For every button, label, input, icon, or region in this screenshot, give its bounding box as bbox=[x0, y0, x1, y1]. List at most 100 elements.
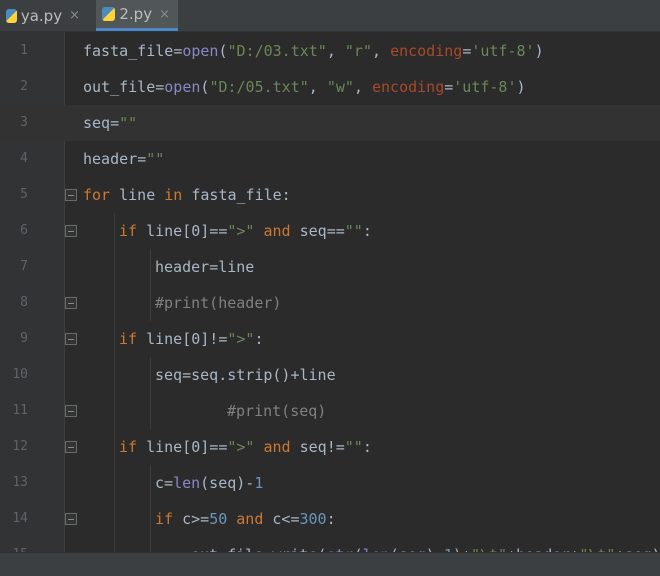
code-token: fasta_file bbox=[83, 42, 174, 60]
code-line[interactable]: 2 out_file=open("D:/05.txt", "w", encodin… bbox=[0, 69, 660, 105]
code-line[interactable]: 15 out_file.write(str(len(seq)-1)+"\t"+he… bbox=[0, 537, 660, 552]
code-line[interactable]: 13 c=len(seq)-1 bbox=[0, 465, 660, 501]
code-token: line[0]!= bbox=[137, 330, 228, 348]
code-token: = bbox=[110, 114, 120, 132]
code-token: seq!= bbox=[290, 438, 345, 456]
code-text: out_file.write(str(len(seq)-1)+"\t"+head… bbox=[191, 537, 660, 552]
code-token: 300 bbox=[299, 510, 327, 528]
code-line[interactable]: 1 fasta_file=open("D:/03.txt", "r", encod… bbox=[0, 33, 660, 69]
code-line[interactable]: 4 header="" bbox=[0, 141, 660, 177]
line-number: 14 bbox=[12, 511, 28, 526]
python-file-icon bbox=[6, 8, 17, 23]
code-token: = bbox=[173, 42, 183, 60]
line-number: 11 bbox=[12, 403, 28, 418]
code-line[interactable]: 11 #print(seq) bbox=[0, 393, 660, 429]
code-text: header=line bbox=[155, 249, 254, 285]
indent-guide bbox=[150, 537, 151, 552]
code-token: = bbox=[164, 474, 174, 492]
code-token: and bbox=[227, 510, 264, 528]
tab-ya-py[interactable]: ya.py × bbox=[0, 0, 88, 31]
code-token: encoding bbox=[372, 78, 445, 96]
code-token: "r" bbox=[344, 42, 372, 60]
indent-guide bbox=[114, 537, 115, 552]
code-token: in bbox=[164, 186, 183, 204]
fold-end-icon[interactable] bbox=[65, 297, 77, 309]
code-token: : bbox=[326, 510, 336, 528]
code-token: c>= bbox=[173, 510, 210, 528]
code-text: for line in fasta_file: bbox=[83, 177, 291, 213]
code-token: c<= bbox=[263, 510, 300, 528]
code-line[interactable]: 3 seq="" bbox=[0, 105, 660, 141]
code-token: line[0]== bbox=[137, 222, 228, 240]
code-token: len bbox=[173, 474, 201, 492]
code-token: ">" bbox=[227, 330, 255, 348]
tab-label: 2.py bbox=[119, 5, 153, 23]
code-line[interactable]: 5 for line in fasta_file: bbox=[0, 177, 660, 213]
line-number: 9 bbox=[20, 331, 28, 346]
code-token: seq bbox=[83, 114, 111, 132]
tab-label: ya.py bbox=[20, 6, 63, 25]
indent-guide bbox=[114, 429, 115, 465]
code-line[interactable]: 7 header=line bbox=[0, 249, 660, 285]
indent-guide bbox=[114, 285, 115, 321]
code-token: encoding bbox=[390, 42, 463, 60]
line-number: 5 bbox=[20, 187, 28, 202]
code-token: header bbox=[83, 150, 138, 168]
code-token: #print(header) bbox=[155, 294, 282, 312]
code-line[interactable]: 8 #print(header) bbox=[0, 285, 660, 321]
code-token: ) bbox=[534, 42, 544, 60]
code-line[interactable]: 14 if c>=50 and c<=300: bbox=[0, 501, 660, 537]
code-token: : bbox=[254, 330, 264, 348]
fold-end-icon[interactable] bbox=[65, 405, 77, 417]
line-number: 2 bbox=[20, 79, 28, 94]
indent-guide bbox=[114, 357, 115, 393]
code-token: if bbox=[119, 222, 138, 240]
close-icon[interactable]: × bbox=[69, 8, 80, 23]
code-text: #print(seq) bbox=[227, 393, 326, 429]
code-token: open bbox=[182, 42, 219, 60]
code-line[interactable]: 6 if line[0]==">" and seq=="": bbox=[0, 213, 660, 249]
code-line[interactable]: 9 if line[0]!=">": bbox=[0, 321, 660, 357]
line-number: 15 bbox=[0, 537, 28, 552]
close-icon[interactable]: × bbox=[159, 7, 170, 22]
code-token: fasta_file: bbox=[182, 186, 291, 204]
code-token: out_file bbox=[83, 78, 156, 96]
fold-collapse-icon[interactable] bbox=[65, 441, 77, 453]
code-token: c bbox=[155, 474, 165, 492]
code-token: 1 bbox=[254, 474, 264, 492]
tab-2-py[interactable]: 2.py × bbox=[96, 0, 178, 31]
code-text: fasta_file=open("D:/03.txt", "r", encodi… bbox=[83, 33, 544, 69]
indent-guide bbox=[114, 393, 115, 429]
code-text: if line[0]!=">": bbox=[119, 321, 264, 357]
indent-guide bbox=[150, 285, 151, 321]
code-token: open bbox=[164, 78, 201, 96]
code-token: and bbox=[254, 438, 291, 456]
code-token: ">" bbox=[227, 438, 255, 456]
code-token: : bbox=[362, 438, 372, 456]
code-line[interactable]: 12 if line[0]==">" and seq!="": bbox=[0, 429, 660, 465]
indent-guide bbox=[114, 321, 115, 357]
fold-collapse-icon[interactable] bbox=[65, 333, 77, 345]
python-file-icon bbox=[102, 7, 116, 21]
fold-collapse-icon[interactable] bbox=[65, 189, 77, 201]
code-token: "" bbox=[344, 438, 363, 456]
code-editor[interactable]: 1 fasta_file=open("D:/03.txt", "r", encod… bbox=[0, 32, 660, 552]
code-token: (seq)- bbox=[200, 474, 255, 492]
code-token: ( bbox=[218, 42, 228, 60]
code-text: out_file=open("D:/05.txt", "w", encoding… bbox=[83, 69, 526, 105]
code-token: : bbox=[362, 222, 372, 240]
code-token: for bbox=[83, 186, 111, 204]
code-token: "" bbox=[146, 150, 165, 168]
code-token: "D:/05.txt" bbox=[209, 78, 309, 96]
code-token: "D:/03.txt" bbox=[227, 42, 327, 60]
fold-collapse-icon[interactable] bbox=[65, 225, 77, 237]
line-number: 8 bbox=[20, 295, 28, 310]
fold-collapse-icon[interactable] bbox=[65, 513, 77, 525]
indent-guide bbox=[114, 213, 115, 249]
indent-guide bbox=[150, 465, 151, 501]
code-line[interactable]: 10 seq=seq.strip()+line bbox=[0, 357, 660, 393]
code-token: 50 bbox=[209, 510, 228, 528]
code-token: = bbox=[137, 150, 147, 168]
line-number: 6 bbox=[20, 223, 28, 238]
code-token: "" bbox=[119, 114, 138, 132]
